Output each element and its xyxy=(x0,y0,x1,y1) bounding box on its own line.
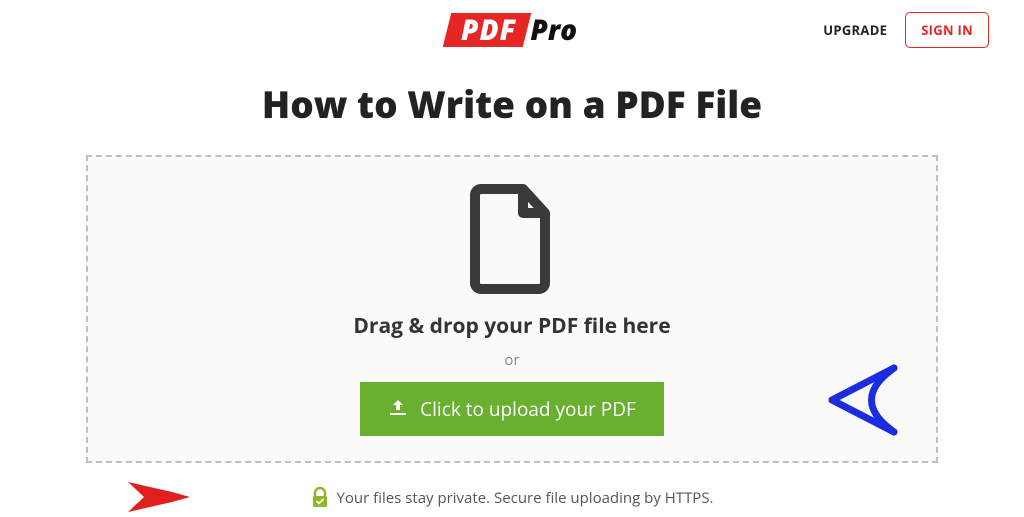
logo[interactable]: PDF Pro xyxy=(447,11,577,49)
upload-button-label: Click to upload your PDF xyxy=(420,396,636,422)
file-icon xyxy=(467,183,557,300)
signin-button[interactable]: SIGN IN xyxy=(905,12,989,48)
lock-icon xyxy=(311,487,329,509)
upgrade-link[interactable]: UPGRADE xyxy=(823,21,887,39)
page-title: How to Write on a PDF File xyxy=(0,78,1024,129)
red-flag-icon xyxy=(128,482,190,517)
upload-icon xyxy=(388,396,408,422)
or-label: or xyxy=(504,350,519,370)
drag-drop-label: Drag & drop your PDF file here xyxy=(353,312,670,340)
logo-pro-text: Pro xyxy=(530,11,577,49)
annotation-arrow-icon xyxy=(794,350,904,455)
upload-button[interactable]: Click to upload your PDF xyxy=(360,382,664,436)
logo-pdf-badge: PDF xyxy=(443,13,531,47)
header: PDF Pro UPGRADE SIGN IN xyxy=(0,0,1024,60)
privacy-text: Your files stay private. Secure file upl… xyxy=(337,488,714,508)
header-actions: UPGRADE SIGN IN xyxy=(823,12,989,48)
